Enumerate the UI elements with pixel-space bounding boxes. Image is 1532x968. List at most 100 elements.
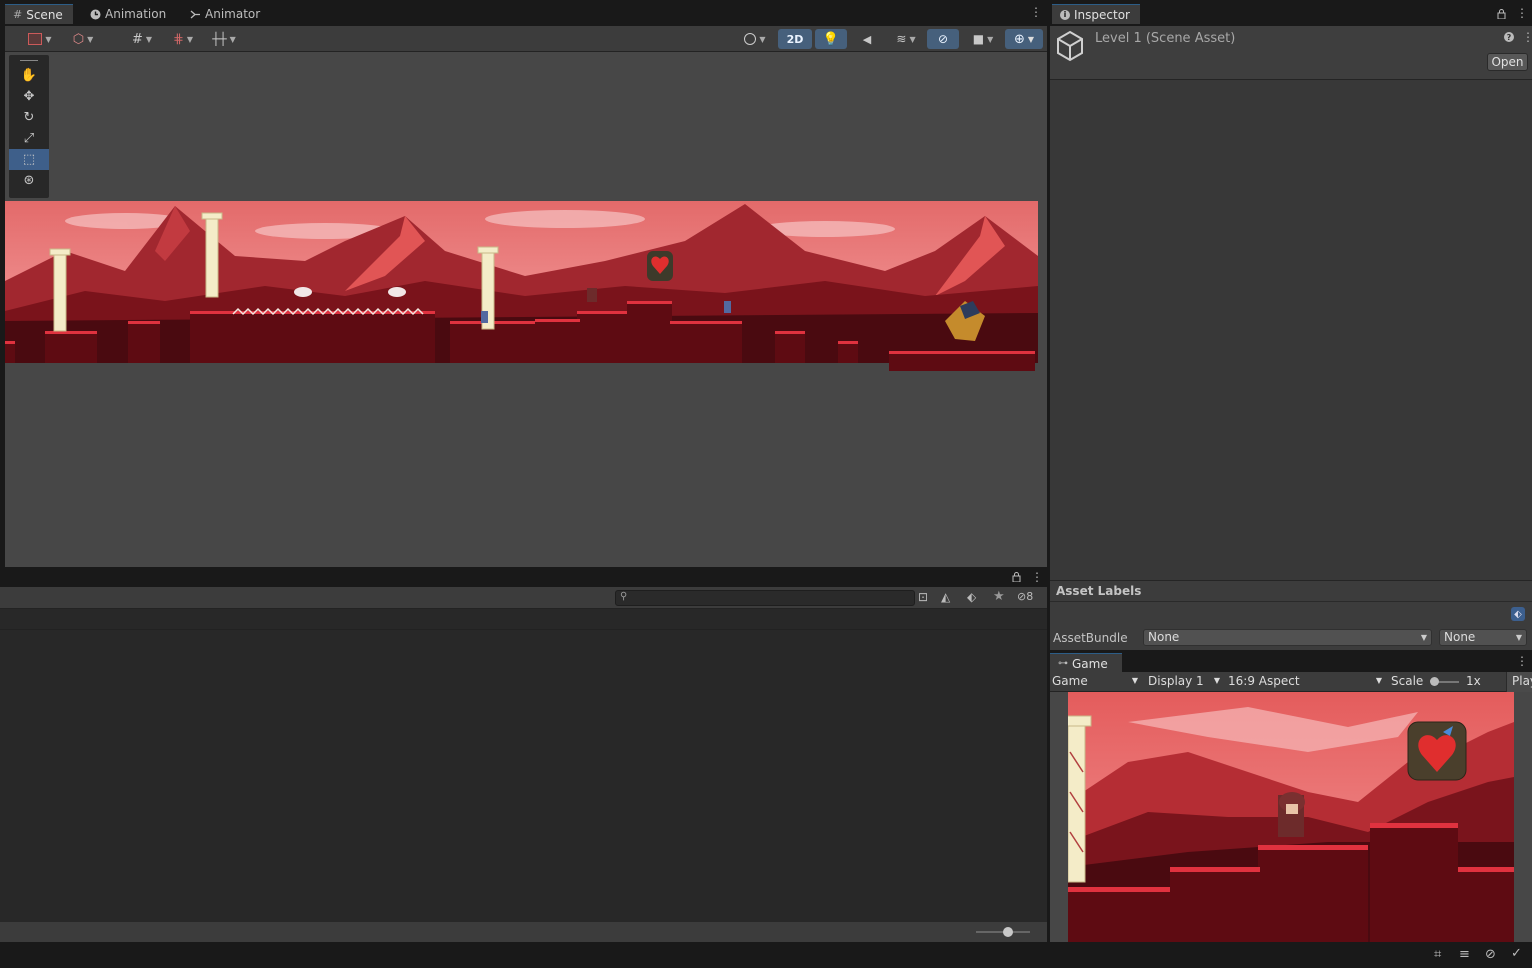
game-view-select[interactable]: Game ▼ [1052,674,1138,690]
bottom-panel-header: ⋮ [0,567,1047,587]
scale-tool[interactable]: ⤢ [9,128,49,149]
inspector-panel: Level 1 (Scene Asset) ? ⋮ Open [1050,26,1532,580]
scale-slider[interactable] [1430,677,1459,686]
scale-icon: ⤢ [23,131,35,146]
draw-mode-dropdown[interactable]: ▼ [21,29,59,49]
camera-dropdown[interactable]: ■ ▼ [963,29,1003,49]
rect-tool[interactable]: ⬚ [9,149,49,170]
gizmos-dropdown[interactable]: ⊕ ▼ [1005,29,1043,49]
chevron-down-icon: ▼ [1515,633,1522,642]
grid-icon: # [131,31,143,47]
asset-labels-header: Asset Labels [1056,584,1142,598]
hash-grid-icon: # [13,7,23,21]
play-focused-dropdown[interactable]: Play [1506,672,1532,692]
display-value: Display 1 [1148,674,1204,688]
hidden-packages-toggle[interactable]: ⊘8 [1017,590,1033,603]
bottom-panel-menu-icon[interactable]: ⋮ [1031,570,1043,584]
search-input[interactable] [632,591,912,605]
icon-size-slider[interactable] [976,927,1030,937]
inspector-header: Level 1 (Scene Asset) ? ⋮ Open [1050,26,1532,80]
filter-type-icon[interactable]: ◭ [941,590,950,604]
unity-scene-icon [1056,30,1084,62]
snap-grid-icon: ⋕ [172,31,184,47]
favorite-star-icon[interactable]: ★ [993,589,1005,604]
assetbundle-variant-value: None [1444,630,1476,644]
open-button[interactable]: Open [1487,53,1528,71]
project-footer [0,922,1047,942]
search-icon: ⚲ [620,591,628,602]
project-toolbar: ⚲ ⊡ ◭ ⬖ ★ ⊘8 [0,587,1047,609]
label-tag-button[interactable]: ⬖ [1511,607,1525,621]
tab-animation-label: Animation [105,7,167,21]
check-circle-icon[interactable]: ✓ [1511,946,1522,961]
search-field[interactable]: ⚲ [615,590,915,606]
inspector-settings-icon[interactable]: ⋮ [1522,30,1532,44]
scene-view[interactable]: ✋ ✥ ↻ ⤢ ⬚ ⊛ [5,52,1047,567]
tab-inspector[interactable]: i Inspector [1052,4,1140,24]
game-toolbar: Game ▼ Display 1 ▼ 16:9 Aspect ▼ Scale 1… [1050,672,1532,692]
asset-labels-section: Asset Labels ⬖ AssetBundle None ▼ None ▼ [1050,580,1532,650]
gamepad-icon: ⊶ [1058,657,1068,669]
palette-handle[interactable] [9,55,49,65]
render-mode-dropdown[interactable]: ⬡ ▼ [65,29,101,49]
rotate-icon: ↻ [23,110,35,125]
tab-inspector-label: Inspector [1074,7,1130,22]
increment-snap-dropdown[interactable]: ┼┼ ▼ [205,29,243,49]
rotate-tool[interactable]: ↻ [9,107,49,128]
aspect-value: 16:9 Aspect [1228,674,1300,688]
diagnostics-icon[interactable]: ⌗ [1434,947,1441,962]
aspect-select[interactable]: 16:9 Aspect ▼ [1228,674,1382,690]
inspector-title: Level 1 (Scene Asset) [1095,31,1236,46]
draw-mode-icon [28,33,43,45]
info-icon: i [1060,9,1070,20]
transform-globe-icon: ⊛ [23,173,35,188]
tab-scene[interactable]: # Scene [5,4,73,24]
hand-tool[interactable]: ✋ [9,65,49,86]
scale-label: Scale [1391,674,1424,688]
scale-slider-thumb[interactable] [1430,677,1439,686]
auto-generate-lighting-icon[interactable]: ⊘ [1485,947,1496,962]
status-bar: ⌗ ≡ ⊘ ✓ [0,942,1532,968]
cache-server-icon[interactable]: ≡ [1459,947,1470,962]
game-tabbar: ⊶ Game ⋮ [1050,651,1532,673]
project-content [0,630,1047,922]
help-icon[interactable]: ? [1504,32,1514,42]
scene-panel-menu-icon[interactable]: ⋮ [1030,6,1042,21]
play-label: Play [1512,674,1532,688]
assetbundle-label: AssetBundle [1053,631,1128,645]
assetbundle-select[interactable]: None ▼ [1143,629,1432,646]
effects-dropdown[interactable]: ≋ ▼ [887,29,925,49]
eye-slash-icon: ⊘ [937,32,949,46]
display-select[interactable]: Display 1 ▼ [1148,674,1220,690]
grid-snap-dropdown[interactable]: # ▼ [123,29,161,49]
assetbundle-value: None [1148,630,1180,644]
chevron-down-icon: ▼ [1375,676,1382,685]
audio-toggle[interactable]: ◀ [853,29,881,49]
project-breadcrumb-bar [0,609,1047,630]
cube-icon: ⬡ [72,31,85,47]
camera-icon: ■ [972,32,985,46]
assetbundle-variant-select[interactable]: None ▼ [1439,629,1527,646]
tab-animation[interactable]: Animation [82,4,174,24]
tab-game-label: Game [1072,656,1108,671]
snap-increment-dropdown[interactable]: ⋕ ▼ [165,29,201,49]
speaker-icon: ◀ [862,32,872,46]
tab-game[interactable]: ⊶ Game [1050,653,1122,673]
tab-animator[interactable]: Animator [182,4,266,24]
label-tag-icon[interactable]: ⬖ [967,590,976,604]
inspector-menu-icon[interactable]: ⋮ [1516,6,1528,20]
lock-icon[interactable] [1012,571,1021,583]
icon-size-slider-thumb[interactable] [1003,927,1013,937]
move-tool[interactable]: ✥ [9,86,49,107]
inspector-lock-icon[interactable] [1497,8,1506,22]
lighting-toggle[interactable]: 💡 [815,29,847,49]
shading-dropdown[interactable]: ▼ [735,29,775,49]
search-by-type-icon[interactable]: ⊡ [918,590,928,604]
scene-visibility-toggle[interactable]: ⊘ [927,29,959,49]
transform-tool[interactable]: ⊛ [9,170,49,191]
toggle-2d-button[interactable]: 2D [778,29,812,49]
asset-labels-divider [1050,601,1532,602]
tab-animator-label: Animator [205,7,261,21]
game-view-value: Game [1052,674,1088,688]
game-panel-menu-icon[interactable]: ⋮ [1516,654,1528,668]
